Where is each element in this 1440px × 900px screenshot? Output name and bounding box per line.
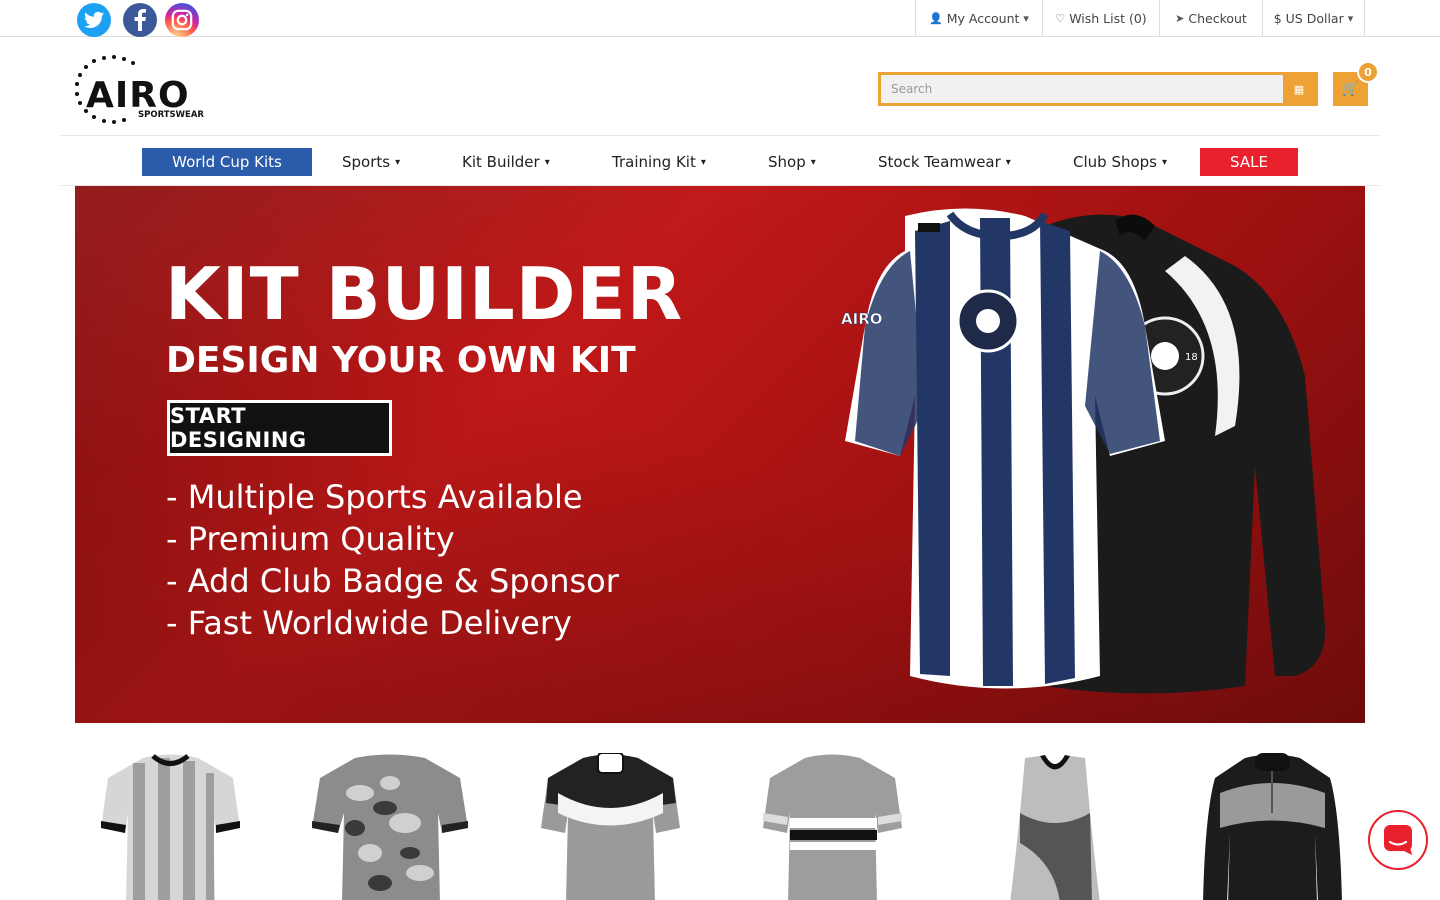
nav-label: Sports xyxy=(342,153,391,171)
chevron-down-icon: ▾ xyxy=(810,156,816,168)
product-card[interactable] xyxy=(1010,753,1155,900)
shirt-logo: AIRO xyxy=(841,310,883,328)
chevron-down-icon: ▾ xyxy=(1005,156,1011,168)
chat-button[interactable] xyxy=(1368,810,1428,870)
chat-icon xyxy=(1384,825,1412,855)
nav-item-shop[interactable]: Shop ▾ xyxy=(768,148,816,176)
wish-list-link[interactable]: ♡ Wish List (0) xyxy=(1042,0,1159,37)
chevron-down-icon: ▾ xyxy=(544,156,550,168)
product-card[interactable] xyxy=(760,753,905,900)
nav-label: Kit Builder xyxy=(462,153,540,171)
top-links: 👤 My Account ▾ ♡ Wish List (0) ➤ Checkou… xyxy=(915,0,1365,37)
hero-subtitle: DESIGN YOUR OWN KIT xyxy=(166,340,636,381)
search-input[interactable] xyxy=(881,75,1283,103)
chevron-down-icon: ▾ xyxy=(395,156,401,168)
hero-feature: - Premium Quality xyxy=(166,520,455,558)
logo-tagline: SPORTSWEAR xyxy=(138,110,204,120)
product-card[interactable] xyxy=(1200,753,1345,900)
user-icon: 👤 xyxy=(929,12,943,25)
search-bar: ▦ xyxy=(878,72,1318,106)
nav-label: Training Kit xyxy=(612,153,696,171)
product-card[interactable] xyxy=(538,752,683,900)
search-icon: ▦ xyxy=(1293,82,1305,96)
kit-shirts-image: 20 18 AIRO xyxy=(841,208,1326,694)
nav-label: Stock Teamwear xyxy=(878,153,1001,171)
product-strip xyxy=(0,745,1440,900)
main-nav: World Cup Kits Sports ▾ Kit Builder ▾ Trai… xyxy=(60,135,1380,186)
nav-item-sale[interactable]: SALE xyxy=(1200,148,1298,176)
product-card[interactable] xyxy=(310,753,468,900)
nav-item-club-shops[interactable]: Club Shops ▾ xyxy=(1073,148,1167,176)
hero-banner[interactable]: KIT BUILDER DESIGN YOUR OWN KIT START DE… xyxy=(75,186,1365,723)
hero-feature: - Add Club Badge & Sponsor xyxy=(166,562,619,600)
cart-count-badge: 0 xyxy=(1357,61,1379,83)
start-designing-button[interactable]: START DESIGNING xyxy=(167,400,392,456)
hero-feature: - Multiple Sports Available xyxy=(166,478,583,516)
badge-year-right: 18 xyxy=(1185,352,1198,363)
chevron-down-icon: ▾ xyxy=(1161,156,1168,168)
hero-feature: - Fast Worldwide Delivery xyxy=(166,604,572,642)
checkout-link[interactable]: ➤ Checkout xyxy=(1159,0,1262,37)
chevron-down-icon: ▾ xyxy=(1023,12,1029,25)
product-card[interactable] xyxy=(98,753,243,900)
nav-item-kit-builder[interactable]: Kit Builder ▾ xyxy=(462,148,550,176)
nav-label: SALE xyxy=(1230,153,1268,171)
checkout-label: Checkout xyxy=(1188,11,1247,26)
hero-feature-list: - Multiple Sports Available - Premium Qu… xyxy=(166,476,619,644)
nav-item-stock-teamwear[interactable]: Stock Teamwear ▾ xyxy=(878,148,1011,176)
nav-label: Club Shops xyxy=(1073,153,1157,171)
share-icon: ➤ xyxy=(1175,12,1185,25)
my-account-link[interactable]: 👤 My Account ▾ xyxy=(915,0,1042,37)
nav-item-sports[interactable]: Sports ▾ xyxy=(342,148,400,176)
instagram-icon[interactable] xyxy=(165,3,199,37)
nav-label: Shop xyxy=(768,153,806,171)
nav-item-world-cup-kits[interactable]: World Cup Kits xyxy=(142,148,312,176)
nav-label: World Cup Kits xyxy=(172,153,282,171)
nav-item-training-kit[interactable]: Training Kit ▾ xyxy=(612,148,706,176)
site-logo[interactable]: AIRO SPORTSWEAR xyxy=(74,53,226,127)
hero-title: KIT BUILDER xyxy=(165,252,684,336)
top-bar: 👤 My Account ▾ ♡ Wish List (0) ➤ Checkou… xyxy=(0,0,1440,37)
twitter-icon[interactable] xyxy=(77,3,111,37)
heart-icon: ♡ xyxy=(1055,12,1066,25)
chevron-down-icon: ▾ xyxy=(700,156,706,168)
chevron-down-icon: ▾ xyxy=(1347,12,1354,25)
currency-label: $ US Dollar xyxy=(1273,11,1344,26)
search-button[interactable]: ▦ xyxy=(1283,75,1315,103)
facebook-icon[interactable] xyxy=(123,3,157,37)
wish-list-label: Wish List (0) xyxy=(1069,11,1147,26)
my-account-label: My Account xyxy=(946,11,1020,26)
cart-icon: 🛒 xyxy=(1341,81,1360,97)
currency-select[interactable]: $ US Dollar ▾ xyxy=(1262,0,1365,37)
